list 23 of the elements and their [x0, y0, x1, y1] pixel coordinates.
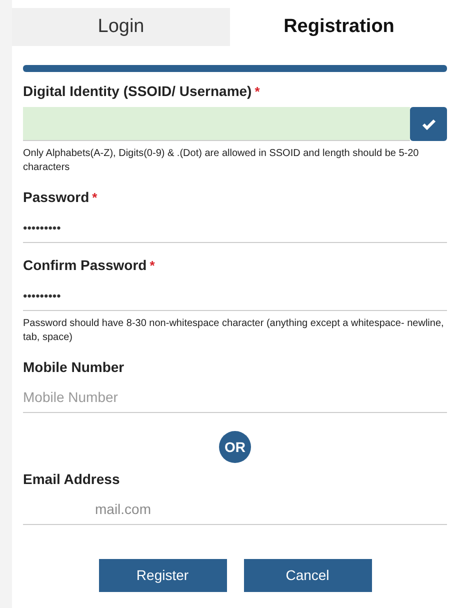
required-mark: * — [150, 256, 155, 275]
input-field[interactable]: ••••••••• — [23, 281, 447, 311]
field-value: mail.com — [95, 500, 152, 519]
input-field[interactable] — [23, 107, 410, 141]
field-label: Password — [23, 188, 90, 207]
form-button[interactable]: Cancel — [244, 559, 372, 592]
field-label: Email Address — [23, 470, 120, 489]
check-button[interactable] — [410, 107, 447, 141]
field-label: Digital Identity (SSOID/ Username) — [23, 82, 252, 101]
required-mark: * — [92, 188, 98, 207]
or-badge: OR — [219, 431, 251, 463]
form-button[interactable]: Register — [98, 559, 226, 592]
required-mark: * — [254, 82, 260, 101]
hint-text: Password should have 8-30 non-whitespace character (anything except a whitespace- newline, tab, space) — [23, 317, 445, 345]
hint-text: Only Alphabets(A-Z), Digits(0-9) & .(Dot) are allowed in SSOID and length should be 5-20 characters — [23, 147, 420, 175]
check-icon — [422, 118, 436, 130]
field-label: Confirm Password — [23, 256, 147, 275]
field-placeholder: Mobile Number — [23, 388, 118, 407]
tab[interactable]: Login — [12, 8, 230, 46]
field-label: Mobile Number — [23, 358, 124, 377]
field-value: ••••••••• — [23, 288, 61, 304]
input-field[interactable]: ••••••••• — [23, 213, 447, 243]
field-value: ••••••••• — [23, 220, 61, 236]
